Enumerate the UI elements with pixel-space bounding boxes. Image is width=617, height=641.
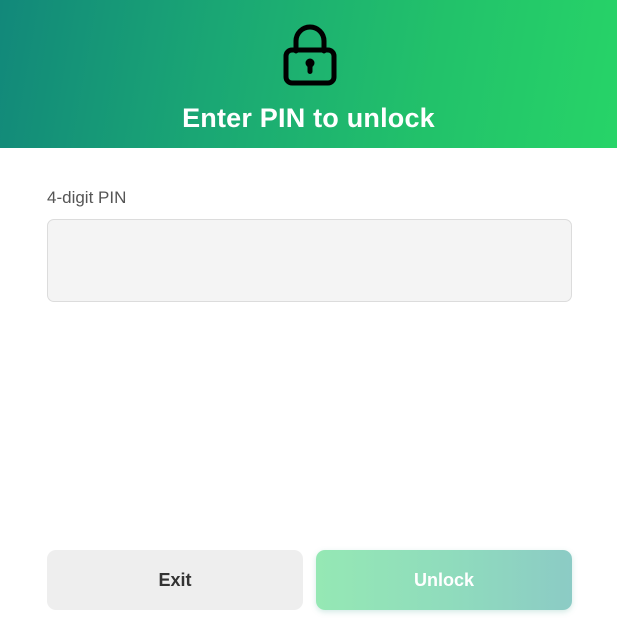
exit-button[interactable]: Exit — [47, 550, 303, 610]
pin-input[interactable] — [47, 219, 572, 302]
page-title: Enter PIN to unlock — [182, 103, 435, 133]
pin-unlock-dialog: Enter PIN to unlock 4-digit PIN Exit Unl… — [0, 0, 617, 641]
pin-field-label: 4-digit PIN — [47, 188, 127, 207]
lock-icon — [283, 24, 337, 86]
dialog-header: Enter PIN to unlock — [0, 0, 617, 148]
unlock-button[interactable]: Unlock — [316, 550, 572, 610]
